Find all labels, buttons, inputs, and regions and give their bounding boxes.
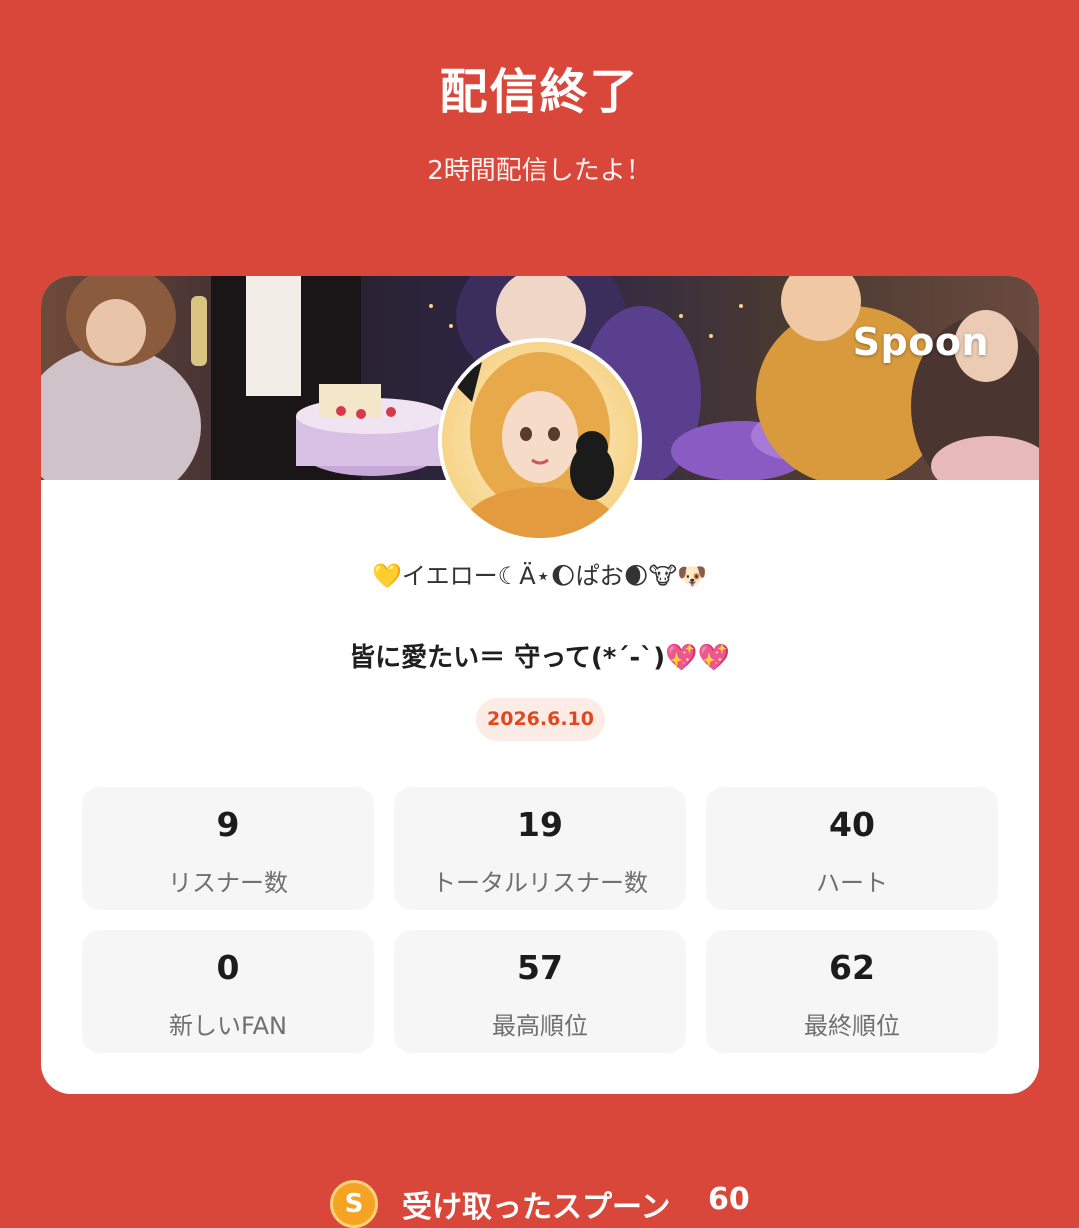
stat-label: 最高順位 [492,1012,588,1040]
avatar[interactable] [438,338,642,542]
spoon-coin-icon: S [330,1180,378,1228]
stat-final-rank: 62 最終順位 [706,930,998,1053]
stream-duration-text: 2時間配信したよ！ [427,156,652,186]
stat-label: 最終順位 [804,1012,900,1040]
stat-value: 0 [216,948,240,987]
received-spoons-label: 受け取ったスプーン [402,1190,671,1225]
stat-new-fans: 0 新しいFAN [82,930,374,1053]
stat-value: 57 [517,948,563,987]
received-spoons-count: 60 [708,1182,750,1217]
stat-value: 9 [216,805,240,844]
page-title: 配信終了 [439,64,640,120]
date-badge: 2026.6.10 [476,698,605,741]
stat-label: リスナー数 [168,869,288,897]
stat-label: ハート [816,869,888,897]
stat-value: 40 [829,805,875,844]
stat-label: トータルリスナー数 [432,869,648,897]
stream-title: 皆に愛たい＝ 守って(*´-`)💖💖 [349,643,730,673]
user-nickname: 💛イエロー☾Ä⋆🌔ぱお🌒🐮🐶 [372,562,707,590]
stat-listeners: 9 リスナー数 [82,787,374,910]
stat-value: 19 [517,805,563,844]
spoon-logo: Spoon [852,320,989,364]
stat-label: 新しいFAN [169,1012,287,1040]
stat-value: 62 [829,948,875,987]
stat-hearts: 40 ハート [706,787,998,910]
stat-total-listeners: 19 トータルリスナー数 [394,787,686,910]
stat-highest-rank: 57 最高順位 [394,930,686,1053]
